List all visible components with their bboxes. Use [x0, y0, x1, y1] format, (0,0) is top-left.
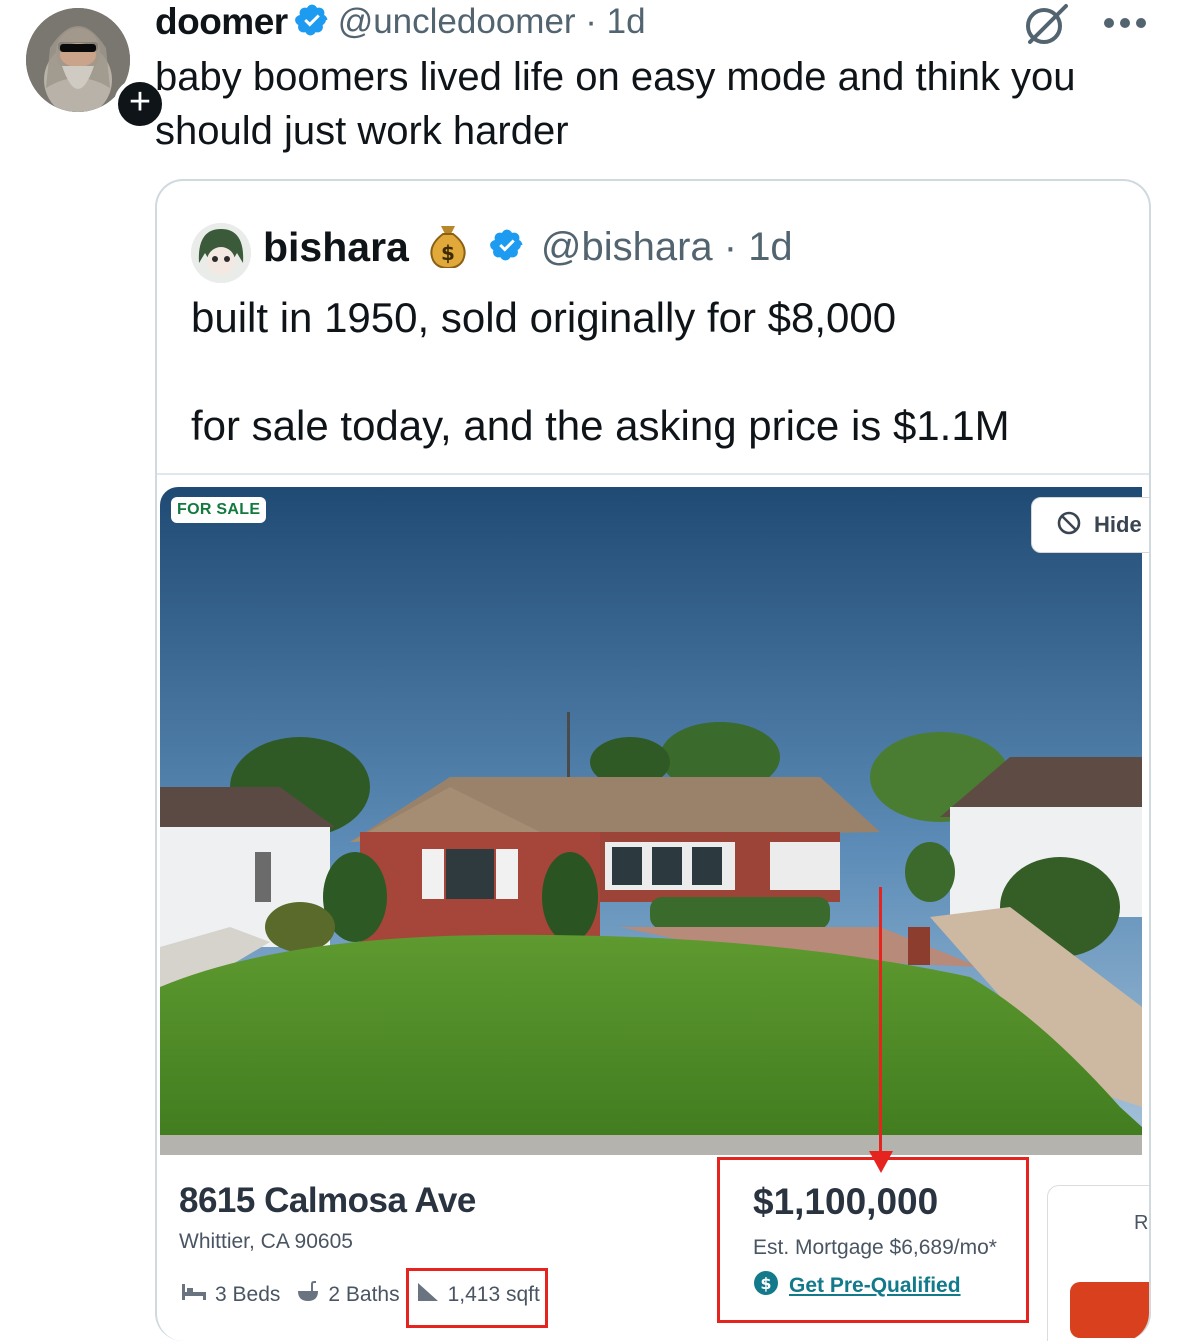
quoted-tweet-text: built in 1950, sold originally for $8,00…: [191, 294, 1010, 449]
baths-label: 2 Baths: [328, 1283, 400, 1306]
svg-text:$: $: [441, 241, 455, 265]
next-listing-card-partial[interactable]: Re: [1047, 1185, 1149, 1341]
hide-button[interactable]: Hide: [1031, 497, 1149, 553]
block-icon: [1056, 510, 1082, 541]
author-name[interactable]: doomer: [155, 1, 288, 43]
beds-spec: 3 Beds: [181, 1282, 280, 1308]
quoted-author-name[interactable]: bishara: [263, 224, 409, 271]
listing-address[interactable]: 8615 Calmosa Ave: [179, 1181, 476, 1221]
avatar[interactable]: [191, 223, 251, 283]
for-sale-badge: FOR SALE: [171, 497, 267, 523]
tweet-header: doomer @uncledoomer · 1d: [155, 0, 646, 44]
listing-price: $1,100,000: [753, 1181, 939, 1222]
quoted-tweet-header: bishara $ @bishara · 1d: [263, 221, 793, 273]
side-card-button[interactable]: [1070, 1282, 1149, 1338]
verified-badge-icon: [294, 2, 330, 43]
estimated-mortgage: Est. Mortgage $6,689/mo*: [753, 1236, 997, 1259]
tweet-text: baby boomers lived life on easy mode and…: [155, 55, 1076, 153]
more-options-icon[interactable]: [1102, 8, 1148, 38]
side-card-text: Re: [1134, 1212, 1149, 1234]
verified-badge-icon: [489, 227, 525, 268]
listing-city: Whittier, CA 90605: [179, 1230, 353, 1253]
dollar-icon: $: [753, 1270, 779, 1301]
divider: [157, 473, 1149, 475]
listing-photo[interactable]: [160, 487, 1142, 1155]
annotation-arrow-line: [879, 887, 882, 1153]
author-avatar-wrapper[interactable]: +: [26, 8, 166, 130]
prequalified-label[interactable]: Get Pre-Qualified: [789, 1274, 961, 1298]
get-prequalified-link[interactable]: $ Get Pre-Qualified: [753, 1270, 961, 1301]
author-handle-time[interactable]: @uncledoomer · 1d: [338, 2, 646, 42]
money-bag-icon: $: [427, 222, 469, 273]
hide-label: Hide: [1094, 512, 1142, 537]
bed-icon: [181, 1282, 207, 1308]
bathtub-icon: [296, 1281, 320, 1309]
svg-text:$: $: [760, 1274, 771, 1293]
grok-icon[interactable]: [1020, 2, 1074, 46]
beds-label: 3 Beds: [215, 1283, 281, 1306]
quoted-tweet-card[interactable]: bishara $ @bishara · 1d built in 1950, s…: [155, 179, 1151, 1341]
annotation-sqft-box: [406, 1268, 548, 1328]
baths-spec: 2 Baths: [296, 1281, 400, 1309]
quoted-author-handle-time[interactable]: @bishara · 1d: [541, 225, 793, 270]
